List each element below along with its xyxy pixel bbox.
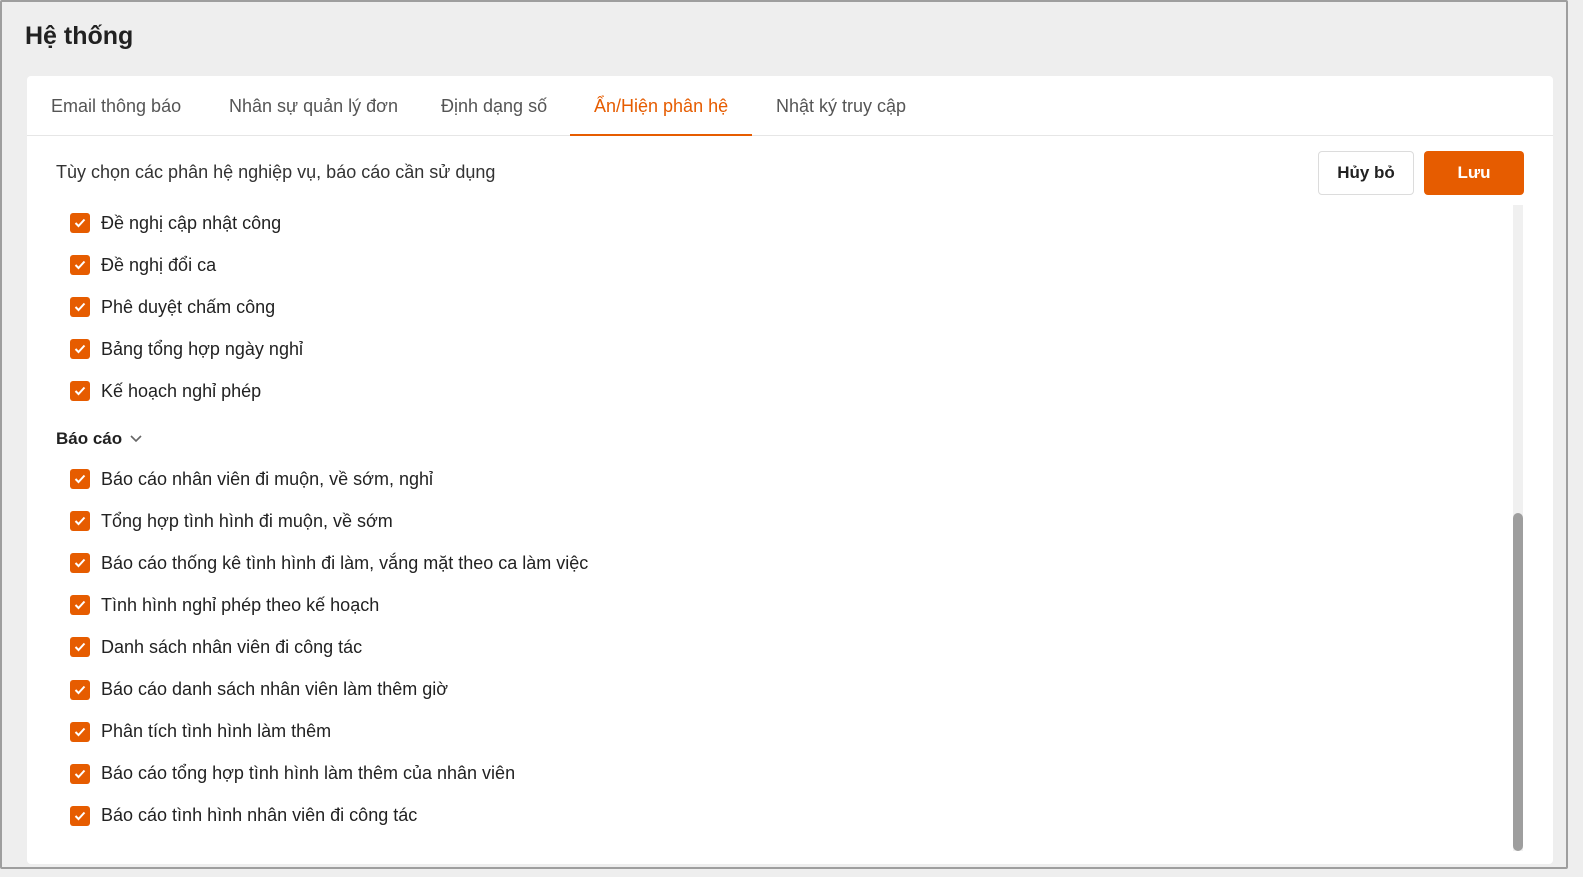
checkbox[interactable] — [70, 213, 90, 233]
module-checkbox-item[interactable]: Đề nghị đổi ca — [70, 253, 216, 277]
checkbox-label: Bảng tổng hợp ngày nghỉ — [101, 338, 303, 359]
module-checkbox-item[interactable]: Phê duyệt chấm công — [70, 295, 275, 319]
check-icon — [74, 601, 86, 610]
tab-request-managers[interactable]: Nhân sự quản lý đơn — [205, 76, 422, 136]
checkbox-label: Báo cáo thống kê tình hình đi làm, vắng … — [101, 552, 589, 573]
tab-email-notification[interactable]: Email thông báo — [27, 76, 205, 136]
checkbox[interactable] — [70, 469, 90, 489]
module-checkbox-item[interactable]: Kế hoạch nghỉ phép — [70, 379, 261, 403]
check-icon — [74, 218, 86, 228]
check-icon — [74, 727, 86, 737]
check-icon — [74, 387, 86, 396]
checkbox-label: Đề nghị đổi ca — [101, 254, 217, 275]
report-checkbox-item[interactable]: Phân tích tình hình làm thêm — [70, 720, 331, 744]
checkbox-label: Phê duyệt chấm công — [101, 296, 276, 317]
chevron-down-icon — [130, 435, 142, 443]
check-icon — [74, 769, 86, 779]
window: Hệ thống Email thông báo Nhân sự quản lý… — [0, 0, 1568, 869]
report-checkbox-item[interactable]: Báo cáo tổng hợp tình hình làm thêm của … — [70, 762, 515, 786]
description: Tùy chọn các phân hệ nghiệp vụ, báo cáo … — [56, 162, 496, 182]
report-checkbox-item[interactable]: Tình hình nghỉ phép theo kế hoạch — [70, 593, 379, 617]
check-icon — [74, 811, 86, 821]
checkbox[interactable] — [70, 679, 90, 700]
checkbox-label: Tình hình nghỉ phép theo kế hoạch — [101, 594, 380, 615]
check-icon — [74, 303, 86, 312]
checkbox-label: Báo cáo tổng hợp tình hình làm thêm của … — [101, 763, 516, 784]
check-icon — [74, 516, 86, 526]
cancel-button[interactable]: Hủy bỏ — [1318, 151, 1414, 195]
report-checkbox-item[interactable]: Tổng hợp tình hình đi muộn, về sớm — [70, 509, 393, 533]
checkbox[interactable] — [70, 595, 90, 616]
tab-number-format[interactable]: Định dạng số — [417, 76, 571, 136]
tab-access-log[interactable]: Nhật ký truy cập — [752, 76, 930, 136]
checkbox-label: Tổng hợp tình hình đi muộn, về sớm — [101, 510, 393, 531]
checkbox[interactable] — [70, 763, 90, 784]
checkbox[interactable] — [70, 255, 90, 276]
checkbox[interactable] — [70, 721, 90, 742]
checkbox-label: Đề nghị cập nhật công — [101, 212, 282, 233]
scrollbar-track[interactable] — [1513, 205, 1523, 851]
report-checkbox-item[interactable]: Báo cáo danh sách nhân viên làm thêm giờ — [70, 678, 448, 702]
checkbox[interactable] — [70, 381, 90, 402]
checkbox-label: Kế hoạch nghỉ phép — [101, 380, 262, 401]
settings-card: Email thông báo Nhân sự quản lý đơn Định… — [27, 76, 1553, 864]
checkbox[interactable] — [70, 553, 90, 574]
page-title: Hệ thống — [25, 22, 134, 50]
module-checkbox-item[interactable]: Đề nghị cập nhật công — [70, 211, 281, 235]
check-icon — [74, 474, 86, 484]
checkbox-label: Báo cáo tình hình nhân viên đi công tác — [101, 805, 418, 826]
check-icon — [74, 643, 86, 652]
checkbox[interactable] — [70, 339, 90, 360]
check-icon — [74, 685, 86, 694]
report-checkbox-item[interactable]: Báo cáo tình hình nhân viên đi công tác — [70, 804, 417, 828]
checkbox[interactable] — [70, 805, 90, 826]
report-checkbox-item[interactable]: Báo cáo nhân viên đi muộn, về sớm, nghỉ — [70, 467, 433, 491]
tab-show-hide-modules[interactable]: Ẩn/Hiện phân hệ — [570, 76, 753, 136]
checkbox[interactable] — [70, 637, 90, 658]
checkbox-label: Danh sách nhân viên đi công tác — [101, 636, 363, 657]
reports-section-toggle[interactable]: Báo cáo — [56, 429, 143, 449]
module-checkbox-item[interactable]: Bảng tổng hợp ngày nghỉ — [70, 337, 303, 361]
checkbox[interactable] — [70, 511, 90, 532]
scrollbar-thumb[interactable] — [1513, 513, 1523, 851]
tab-bar: Email thông báo Nhân sự quản lý đơn Định… — [27, 76, 1553, 136]
report-checkbox-item[interactable]: Báo cáo thống kê tình hình đi làm, vắng … — [70, 551, 588, 575]
check-icon — [74, 345, 86, 354]
save-button[interactable]: Lưu — [1424, 151, 1524, 195]
checkbox-label: Báo cáo nhân viên đi muộn, về sớm, nghỉ — [101, 468, 433, 489]
checkbox-label: Phân tích tình hình làm thêm — [101, 721, 332, 742]
check-icon — [74, 260, 86, 270]
check-icon — [74, 559, 86, 568]
checkbox-label: Báo cáo danh sách nhân viên làm thêm giờ — [101, 679, 449, 699]
checkbox[interactable] — [70, 297, 90, 318]
reports-section-label: Báo cáo — [56, 429, 123, 448]
report-checkbox-item[interactable]: Danh sách nhân viên đi công tác — [70, 635, 362, 659]
